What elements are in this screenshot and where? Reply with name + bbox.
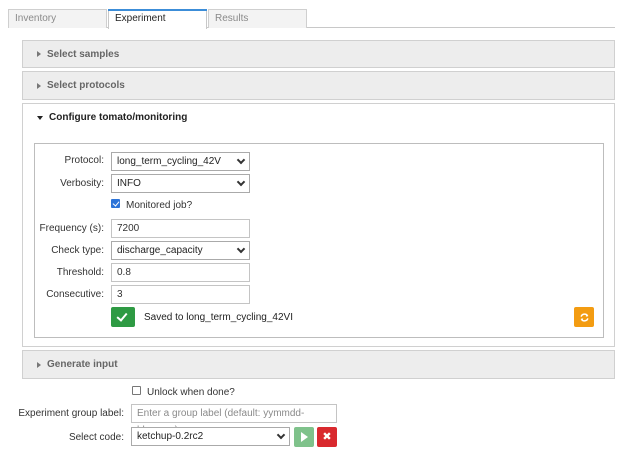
protocol-select[interactable]: long_term_cycling_42V: [111, 152, 250, 171]
monitored-job-checkbox[interactable]: [111, 199, 120, 208]
verbosity-label: Verbosity:: [60, 178, 104, 189]
threshold-input[interactable]: 0.8: [111, 263, 250, 282]
panel-generate-input-title: Generate input: [47, 359, 118, 370]
group-label-input[interactable]: Enter a group label (default: yymmdd-hhm…: [131, 404, 337, 436]
panel-configure-monitoring-title: Configure tomato/monitoring: [49, 112, 188, 123]
active-tab-indicator: [108, 9, 207, 11]
tab-bar: Inventory Experiment Results: [8, 9, 615, 29]
panel-select-samples[interactable]: Select samples: [22, 40, 615, 68]
consecutive-input[interactable]: 3: [111, 285, 250, 304]
frequency-input[interactable]: 7200: [111, 219, 250, 238]
monitored-job-label: Monitored job?: [126, 200, 193, 211]
caret-right-icon: [37, 51, 41, 57]
tab-results[interactable]: Results: [208, 9, 307, 28]
select-code-value: ketchup-0.2rc2: [137, 431, 204, 442]
protocol-label: Protocol:: [64, 155, 104, 166]
tab-experiment[interactable]: Experiment: [108, 9, 207, 29]
group-label-label: Experiment group label:: [18, 408, 124, 419]
panel-generate-input[interactable]: Generate input: [22, 350, 615, 379]
panel-select-protocols[interactable]: Select protocols: [22, 71, 615, 100]
cancel-button[interactable]: ✖: [317, 427, 337, 447]
tab-inventory[interactable]: Inventory: [8, 9, 107, 28]
check-type-select-value: discharge_capacity: [117, 245, 203, 256]
select-code-label: Select code:: [68, 432, 124, 443]
panel-select-protocols-title: Select protocols: [47, 80, 125, 91]
consecutive-label: Consecutive:: [46, 289, 104, 300]
saved-status-text: Saved to long_term_cycling_42VI: [144, 312, 293, 323]
unlock-when-done-label: Unlock when done?: [147, 387, 235, 398]
refresh-icon: [579, 312, 589, 322]
panel-select-samples-title: Select samples: [47, 48, 120, 60]
save-button[interactable]: [111, 307, 135, 327]
chevron-down-icon: [236, 177, 246, 187]
threshold-label: Threshold:: [56, 267, 104, 278]
chevron-down-icon: [236, 244, 246, 254]
check-type-select[interactable]: discharge_capacity: [111, 241, 250, 260]
frequency-label: Frequency (s):: [39, 223, 104, 234]
caret-right-icon: [37, 361, 41, 368]
chevron-down-icon: [236, 155, 246, 165]
protocol-select-value: long_term_cycling_42V: [117, 156, 221, 167]
caret-right-icon: [37, 82, 41, 89]
unlock-when-done-checkbox[interactable]: [132, 386, 141, 395]
refresh-button[interactable]: [574, 307, 594, 327]
verbosity-select-value: INFO: [117, 178, 141, 189]
select-code-select[interactable]: ketchup-0.2rc2: [131, 427, 290, 446]
panel-configure-monitoring[interactable]: Configure tomato/monitoring: [22, 103, 615, 131]
chevron-down-icon: [276, 430, 286, 440]
run-button[interactable]: [294, 427, 314, 447]
caret-down-icon: [37, 115, 43, 120]
verbosity-select[interactable]: INFO: [111, 174, 250, 193]
check-type-label: Check type:: [51, 245, 104, 256]
